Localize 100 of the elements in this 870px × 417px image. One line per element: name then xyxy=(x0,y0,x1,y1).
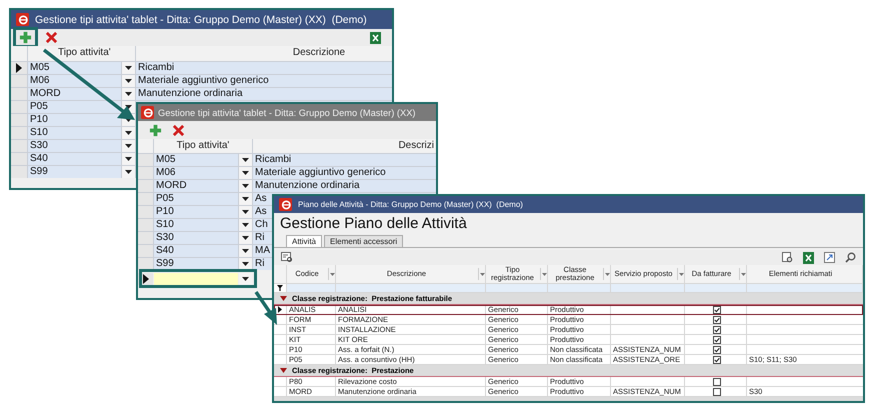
description-cell: Manutenzione ordinaria xyxy=(136,88,392,100)
description-cell: Materiale aggiuntivo generico xyxy=(136,75,392,87)
share-button[interactable] xyxy=(821,251,838,264)
export-button[interactable] xyxy=(367,30,384,44)
code-cell[interactable]: S10 xyxy=(28,127,121,139)
dropdown-button[interactable] xyxy=(239,273,252,285)
input-field[interactable] xyxy=(154,273,238,285)
checkbox[interactable] xyxy=(712,316,720,324)
code-cell[interactable]: M05 xyxy=(28,62,121,74)
dropdown-button[interactable] xyxy=(122,166,135,178)
caret-icon xyxy=(125,92,132,96)
caret-icon xyxy=(242,249,249,253)
caret-icon xyxy=(242,184,249,188)
code-cell[interactable]: P10 xyxy=(154,206,238,218)
tab[interactable]: Attività xyxy=(286,235,322,247)
dropdown-button[interactable] xyxy=(239,193,252,205)
form-search-icon xyxy=(281,252,293,263)
caret-icon xyxy=(330,272,334,276)
dropdown-button[interactable] xyxy=(239,154,252,166)
dropdown-button[interactable] xyxy=(122,62,135,74)
caret-icon xyxy=(242,236,249,240)
caret-icon xyxy=(604,272,610,276)
filter-cell[interactable] xyxy=(548,284,611,293)
delete-icon xyxy=(45,31,58,44)
caret-icon xyxy=(242,171,249,175)
export-button[interactable] xyxy=(800,250,817,264)
column-header[interactable]: Descrizi xyxy=(253,139,436,153)
filter-cell[interactable] xyxy=(486,284,548,293)
spreadsheet-icon xyxy=(370,32,381,44)
filter-cell[interactable] xyxy=(336,284,486,293)
row-pointer-icon xyxy=(142,274,148,284)
delete-icon xyxy=(172,124,185,136)
filter-cell[interactable] xyxy=(747,284,863,293)
filter-dropdown[interactable] xyxy=(328,268,335,280)
caret-icon xyxy=(242,210,249,214)
column-header[interactable]: Descrizione xyxy=(136,46,392,61)
dropdown-button[interactable] xyxy=(122,88,135,100)
checkbox[interactable] xyxy=(712,346,720,354)
caret-icon xyxy=(242,262,249,266)
column-header[interactable]: Tipo attivita' xyxy=(28,46,135,61)
filter-cell[interactable] xyxy=(287,284,336,293)
code-cell[interactable]: S10 xyxy=(154,219,238,231)
tab[interactable]: Elementi accessori xyxy=(324,235,404,247)
caret-icon xyxy=(740,272,746,276)
caret-icon xyxy=(242,223,249,227)
filter-dropdown[interactable] xyxy=(603,268,610,280)
code-cell[interactable]: P10 xyxy=(28,114,121,126)
caret-icon xyxy=(125,79,132,83)
code-cell[interactable]: MORD xyxy=(154,180,238,192)
logo-icon xyxy=(16,13,29,26)
column-header[interactable]: Tipo attivita' xyxy=(154,139,252,153)
checkbox[interactable] xyxy=(712,306,720,314)
checkbox[interactable] xyxy=(712,326,720,334)
dropdown-button[interactable] xyxy=(239,206,252,218)
export-icon xyxy=(824,252,835,263)
filter-cell[interactable] xyxy=(685,284,747,293)
window-title: Gestione tipi attivita' tablet - Ditta: Gruppo Demo (Master) (XX) (Demo) xyxy=(35,14,367,26)
caret-icon xyxy=(125,66,132,70)
code-cell[interactable]: S40 xyxy=(154,245,238,257)
code-cell[interactable]: S30 xyxy=(154,232,238,244)
code-cell[interactable]: S30 xyxy=(28,140,121,152)
dropdown-button[interactable] xyxy=(122,75,135,87)
dropdown-button[interactable] xyxy=(239,180,252,192)
code-cell[interactable]: M06 xyxy=(154,167,238,179)
dropdown-button[interactable] xyxy=(239,219,252,231)
dropdown-button[interactable] xyxy=(122,153,135,165)
document-icon xyxy=(782,252,793,263)
caret-icon xyxy=(678,272,684,276)
code-cell[interactable]: P05 xyxy=(154,193,238,205)
checkbox[interactable] xyxy=(712,388,720,396)
dropdown-button[interactable] xyxy=(239,258,252,270)
dropdown-button[interactable] xyxy=(239,245,252,257)
checkbox[interactable] xyxy=(712,378,720,386)
filter-cell[interactable] xyxy=(611,284,685,293)
dropdown-button[interactable] xyxy=(122,140,135,152)
code-cell[interactable]: P05 xyxy=(28,101,121,113)
checkbox[interactable] xyxy=(712,356,720,364)
code-cell[interactable]: M05 xyxy=(154,154,238,166)
dropdown-button[interactable] xyxy=(239,167,252,179)
code-cell[interactable]: S99 xyxy=(28,166,121,178)
description-cell: Manutenzione ordinaria xyxy=(253,180,436,192)
checkbox[interactable] xyxy=(712,336,720,344)
filter-dropdown[interactable] xyxy=(739,268,746,280)
row-pointer-icon xyxy=(278,306,282,313)
code-cell[interactable]: S99 xyxy=(154,258,238,270)
code-cell[interactable]: MORD xyxy=(28,88,121,100)
caret-icon xyxy=(242,197,249,201)
filter-dropdown[interactable] xyxy=(677,268,684,280)
dropdown-button[interactable] xyxy=(239,232,252,244)
code-cell[interactable]: M06 xyxy=(28,75,121,87)
logo-icon xyxy=(141,106,154,119)
caret-icon xyxy=(125,157,132,161)
dropdown-button[interactable] xyxy=(122,127,135,139)
row-header[interactable] xyxy=(11,62,27,74)
filter-dropdown[interactable] xyxy=(478,268,485,280)
caret-icon xyxy=(125,170,132,174)
description-cell: Ricambi xyxy=(136,62,392,74)
filter-dropdown[interactable] xyxy=(540,268,547,280)
caret-icon xyxy=(125,144,132,148)
code-cell[interactable]: S40 xyxy=(28,153,121,165)
